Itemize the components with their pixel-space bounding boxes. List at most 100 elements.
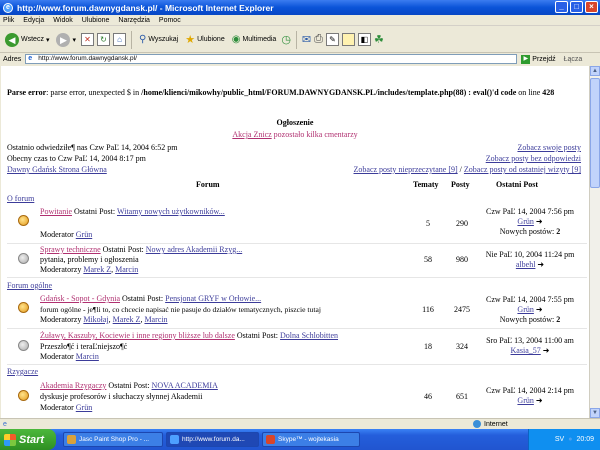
last-post-user[interactable]: Kasia_57 — [511, 346, 541, 355]
favorites-label: Ulubione — [197, 36, 225, 43]
unread-posts-link[interactable]: Zobacz posty nieprzeczytane [9] — [354, 165, 458, 174]
scroll-thumb[interactable] — [590, 78, 600, 188]
last-post-link[interactable]: Dolna Schlobitten — [280, 331, 338, 340]
scroll-down-icon[interactable]: ▼ — [590, 408, 600, 418]
go-to-post-icon[interactable]: ➜ — [536, 217, 543, 226]
stop-icon[interactable]: ✕ — [80, 33, 94, 46]
forum-name-link[interactable]: Akademia Rzygaczy — [40, 381, 106, 390]
close-button[interactable]: × — [585, 1, 598, 13]
clock[interactable]: 20:09 — [576, 436, 594, 443]
minimize-button[interactable]: _ — [555, 1, 568, 13]
go-label: Przejdź — [532, 55, 556, 63]
print-icon[interactable]: ⎙ — [314, 33, 323, 46]
last-post-user[interactable]: Grün — [517, 396, 533, 405]
taskbar-item[interactable]: Jasc Paint Shop Pro - ... — [63, 432, 163, 447]
moderator-link[interactable]: Marek Z — [113, 315, 141, 324]
security-zone: Internet — [473, 420, 508, 428]
menu-tools[interactable]: Narzędzia — [118, 17, 150, 24]
start-button[interactable]: Start — [0, 429, 56, 450]
maximize-button[interactable]: □ — [570, 1, 583, 13]
go-to-post-icon[interactable]: ➜ — [543, 346, 550, 355]
menu-file[interactable]: Plik — [3, 17, 14, 24]
new-posts-label: Nowych postów: — [499, 227, 555, 236]
forum-moderators: Moderator Grün — [40, 403, 92, 413]
moderator-link[interactable]: Marcin — [115, 265, 138, 274]
menu-help[interactable]: Pomoc — [159, 17, 181, 24]
discuss-icon[interactable] — [341, 33, 355, 46]
favorites-button[interactable]: ★ Ulubione — [183, 32, 227, 47]
taskbar-item-label: Jasc Paint Shop Pro - ... — [79, 436, 150, 443]
scroll-up-icon[interactable]: ▲ — [590, 66, 600, 76]
back-button[interactable]: ◀ Wstecz ▾ — [3, 32, 51, 48]
category-link[interactable]: Rzygacze — [7, 367, 38, 376]
refresh-icon[interactable]: ↻ — [96, 33, 110, 46]
ie-icon — [170, 435, 179, 444]
window-titlebar[interactable]: e http://www.forum.dawnygdansk.pl/ - Mic… — [0, 0, 600, 15]
last-post-link[interactable]: NOVA ACADEMIA — [152, 381, 218, 390]
forum-description: pytania, problemy i ogłoszenia — [40, 255, 139, 264]
language-indicator[interactable]: SV — [555, 436, 564, 443]
mail-icon[interactable]: ✉ — [302, 33, 311, 46]
moderator-link[interactable]: Marek Z — [83, 265, 111, 274]
announcement-link[interactable]: Akcja Znicz — [232, 130, 271, 139]
last-post-date: Czw PaĽ 14, 2004 2:14 pm — [486, 386, 574, 395]
vertical-scrollbar[interactable]: ▲ ▼ — [589, 66, 600, 418]
go-to-post-icon[interactable]: ➜ — [537, 260, 544, 269]
menu-favorites[interactable]: Ulubione — [82, 17, 110, 24]
moderator-link[interactable]: Marcin — [76, 352, 99, 361]
menu-edit[interactable]: Edycja — [23, 17, 44, 24]
last-post-date: Czw PaĽ 14, 2004 7:55 pm — [486, 295, 574, 304]
address-input[interactable]: http://www.forum.dawnygdansk.pl/ — [25, 54, 518, 64]
forum-new-icon — [18, 302, 29, 313]
last-post-user[interactable]: Grün — [517, 305, 533, 314]
multimedia-label: Multimedia — [242, 36, 277, 43]
toolbar: ◀ Wstecz ▾ ▶ ▾ ✕ ↻ ⌂ ⚲ Wyszukaj ★ Ulubio… — [0, 27, 600, 53]
taskbar-item[interactable]: http://www.forum.da... — [166, 432, 259, 447]
search-button[interactable]: ⚲ Wyszukaj — [137, 33, 180, 46]
category-link[interactable]: O forum — [7, 194, 34, 203]
research-icon[interactable]: ☘ — [374, 33, 384, 46]
column-header-last-post: Ostatni Post — [496, 180, 538, 189]
taskbar-item-label: http://www.forum.da... — [182, 436, 245, 443]
own-posts-link[interactable]: Zobacz swoje posty — [517, 143, 581, 152]
forum-name-link[interactable]: Sprawy techniczne — [40, 245, 101, 254]
last-post-link[interactable]: Pensjonat GRYF w Orłowie... — [165, 294, 261, 303]
go-to-post-icon[interactable]: ➜ — [536, 396, 543, 405]
skype-tray-icon[interactable]: ● — [568, 436, 572, 443]
moderator-link[interactable]: Marcin — [144, 315, 167, 324]
home-link[interactable]: Dawny Gdańsk Strona Główna — [7, 165, 107, 174]
moderators-label: Moderatorzy — [40, 265, 82, 274]
go-to-post-icon[interactable]: ➜ — [536, 305, 543, 314]
menu-view[interactable]: Widok — [53, 17, 72, 24]
new-posts-count: 2 — [556, 227, 561, 236]
category-link[interactable]: Forum ogólne — [7, 281, 52, 290]
edit-icon[interactable]: ✎ — [325, 33, 339, 46]
moderator-link[interactable]: Grün — [76, 230, 92, 239]
forum-name-link[interactable]: Powitanie — [40, 207, 72, 216]
ie-icon: e — [3, 2, 13, 13]
forum-moderators: Moderator Marcin — [40, 352, 99, 362]
multimedia-button[interactable]: ◉ Multimedia — [230, 33, 279, 46]
last-post-link[interactable]: Nowy adres Akademii Rzyg... — [146, 245, 242, 254]
last-post-user[interactable]: Grün — [517, 217, 533, 226]
forum-name-link[interactable]: Żuławy, Kaszuby, Kociewie i inne regiony… — [40, 331, 235, 340]
last-post-user[interactable]: albehl — [516, 260, 536, 269]
forum-moderators: Moderator Grün — [40, 230, 92, 240]
history-icon[interactable]: ◷ — [281, 33, 291, 46]
error-line: 428 — [542, 88, 555, 97]
taskbar-item[interactable]: Skype™ - wojtekasia — [262, 432, 360, 447]
moderator-link[interactable]: Mikołaj — [83, 315, 108, 324]
since-last-visit-link[interactable]: Zobacz posty od ostatniej wizyty [9] — [464, 165, 581, 174]
go-button[interactable]: ▶ Przejdź — [521, 54, 556, 64]
moderator-link[interactable]: Grün — [76, 403, 92, 412]
forward-button[interactable]: ▶ ▾ — [54, 32, 78, 48]
unanswered-link[interactable]: Zobacz posty bez odpowiedzi — [486, 154, 581, 163]
forum-moderators: Moderatorzy Mikołaj, Marek Z, Marcin — [40, 315, 168, 324]
links-label[interactable]: Łącza — [564, 56, 583, 63]
topics-count: 58 — [424, 255, 432, 264]
forum-name-link[interactable]: Gdańsk - Sopot - Gdynia — [40, 294, 120, 303]
last-post-link[interactable]: Witamy nowych użytkowników... — [117, 207, 225, 216]
topics-count: 116 — [422, 305, 434, 314]
messenger-icon[interactable]: ◧ — [357, 33, 371, 46]
home-icon[interactable]: ⌂ — [112, 33, 126, 46]
